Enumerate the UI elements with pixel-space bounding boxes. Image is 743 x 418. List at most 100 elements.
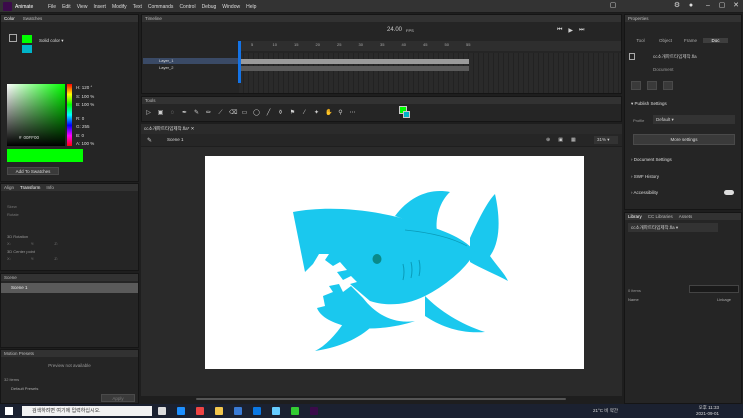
selection-tool-icon[interactable]: ▷ (145, 110, 152, 117)
menu-text[interactable]: Text (133, 4, 142, 10)
3d-rotation-y[interactable]: Y: (31, 241, 35, 246)
minimize-icon[interactable]: – (703, 2, 713, 11)
more-tools-icon[interactable]: ⋯ (349, 110, 356, 117)
tab-align[interactable]: Align (4, 184, 14, 191)
zoom-tool-icon[interactable]: ⚲ (337, 110, 344, 117)
tab-doc[interactable]: Doc (703, 37, 728, 43)
tab-assets[interactable]: Assets (679, 213, 693, 220)
tab-swatches[interactable]: Swatches (23, 15, 43, 22)
zoom-select[interactable]: 31% ▾ (594, 136, 618, 144)
step-forward-icon[interactable]: ⏭ (579, 27, 584, 34)
menu-window[interactable]: Window (222, 4, 240, 10)
tab-transform[interactable]: Transform (20, 184, 40, 191)
default-presets-folder[interactable]: Default Presets (1, 386, 138, 391)
play-icon[interactable]: ▶ (568, 27, 573, 34)
stroke-tool-icon[interactable] (9, 34, 17, 42)
menu-commands[interactable]: Commands (148, 4, 174, 10)
3d-rotation-z[interactable]: Z: (54, 241, 58, 246)
frame-ruler[interactable]: 5 10 15 20 25 30 35 40 45 50 55 (239, 41, 621, 51)
explorer-icon[interactable] (215, 407, 223, 415)
hue-value[interactable]: H: 120 ° (76, 84, 94, 93)
apply-button[interactable]: Apply (101, 394, 135, 402)
tab-cc-libraries[interactable]: CC Libraries (648, 213, 673, 220)
line-tool-icon[interactable]: ╱ (265, 110, 272, 117)
corner-icon[interactable] (663, 81, 673, 90)
brightness-value[interactable]: B: 100 % (76, 101, 94, 110)
pencil-tool-icon[interactable]: ✏ (205, 110, 212, 117)
horizontal-scrollbar[interactable] (141, 396, 622, 402)
profile-select[interactable]: Default ▾ (653, 115, 735, 124)
menu-view[interactable]: View (77, 4, 88, 10)
tab-info[interactable]: Info (46, 184, 54, 191)
fill-type-select[interactable]: Solid color ▾ (39, 37, 79, 45)
add-to-swatches-button[interactable]: Add To Swatches (7, 167, 59, 175)
layer-row-1[interactable]: Layer_1 (143, 58, 238, 64)
fps-display[interactable]: 24.00 FPS (387, 27, 414, 33)
ink-bottle-tool-icon[interactable]: ⚱ (277, 110, 284, 117)
swf-history-header[interactable]: › SWF History (631, 174, 659, 179)
app-icon[interactable] (291, 407, 299, 415)
document-settings-header[interactable]: › Document Settings (631, 157, 672, 162)
hex-value[interactable]: 00FF00 (24, 135, 40, 140)
clock[interactable]: 오후 11:33 2021-09-01 (696, 405, 719, 416)
edit-symbols-icon[interactable]: ▦ (571, 137, 576, 143)
mail-icon[interactable] (253, 407, 261, 415)
fps-value[interactable]: 24.00 (387, 27, 402, 33)
chrome-icon[interactable] (196, 407, 204, 415)
library-search-input[interactable] (689, 285, 739, 293)
library-doc-select[interactable]: cc소개파트타입제작.fla ▾ (628, 223, 718, 232)
brush-tool-icon[interactable]: ✎ (193, 110, 200, 117)
playhead[interactable] (238, 41, 241, 83)
rotate-label[interactable]: Rotate (7, 211, 19, 219)
stage[interactable] (205, 156, 584, 369)
red-value[interactable]: R: 0 (76, 115, 94, 124)
maximize-icon[interactable]: ▢ (717, 2, 727, 11)
eraser-tool-icon[interactable]: ⌫ (229, 110, 237, 117)
rotate-icon[interactable] (647, 81, 657, 90)
magnet-icon[interactable] (631, 81, 641, 90)
taskbar-search[interactable]: 검색하려면 여기에 입력하십시오. (22, 406, 152, 416)
3d-center-y[interactable]: Y: (31, 256, 35, 261)
task-view-icon[interactable] (158, 407, 166, 415)
paint-bucket-tool-icon[interactable]: ⚑ (289, 110, 296, 117)
pen-tool-icon[interactable]: ✒ (181, 110, 188, 117)
shark-drawing[interactable] (205, 156, 584, 369)
green-value[interactable]: G: 255 (76, 123, 94, 132)
center-stage-icon[interactable]: ⊕ (546, 137, 550, 143)
more-settings-button[interactable]: More settings (633, 134, 735, 145)
lasso-tool-icon[interactable]: ◌ (169, 110, 176, 117)
tools-stroke-swatch[interactable] (403, 111, 410, 118)
scene-label[interactable]: Scene 1 (167, 137, 184, 142)
tab-library[interactable]: Library (628, 213, 642, 220)
store-icon[interactable] (234, 407, 242, 415)
3d-center-x[interactable]: X: (7, 256, 11, 261)
scene-icon[interactable]: ✎ (147, 137, 152, 144)
layer-1-name[interactable]: Layer_1 (159, 58, 173, 63)
library-col-linkage[interactable]: Linkage (717, 297, 731, 302)
accessibility-header[interactable]: › Accessibility (631, 190, 658, 195)
menu-modify[interactable]: Modify (112, 4, 127, 10)
weather[interactable]: 21°C 비 약간 (593, 408, 618, 414)
cloud-icon[interactable]: ● (686, 2, 696, 11)
menu-help[interactable]: Help (246, 4, 256, 10)
step-back-icon[interactable]: ⏮ (557, 27, 562, 34)
animate-taskbar-icon[interactable] (310, 407, 318, 415)
photos-icon[interactable] (272, 407, 280, 415)
stroke-color-swatch[interactable] (22, 45, 32, 53)
tab-frame[interactable]: Frame (678, 38, 703, 43)
paint-brush-tool-icon[interactable]: ⟋ (217, 110, 224, 117)
layer-1-frames[interactable] (239, 59, 469, 64)
close-icon[interactable]: ✕ (731, 2, 741, 11)
menu-edit[interactable]: Edit (62, 4, 71, 10)
library-col-name[interactable]: Name (628, 297, 639, 302)
rectangle-tool-icon[interactable]: ▭ (241, 110, 248, 117)
alpha-value[interactable]: A: 100 % (76, 140, 94, 149)
hex-field[interactable]: #00FF00 (19, 135, 39, 140)
menu-file[interactable]: File (48, 4, 56, 10)
edge-icon[interactable] (177, 407, 185, 415)
oval-tool-icon[interactable]: ◯ (253, 110, 260, 117)
scene-item[interactable]: Scene 1 (1, 283, 138, 293)
subselection-tool-icon[interactable]: ▣ (157, 110, 164, 117)
publish-settings-header[interactable]: ▾ Publish Settings (631, 101, 667, 107)
fill-color-swatch[interactable] (22, 35, 32, 43)
